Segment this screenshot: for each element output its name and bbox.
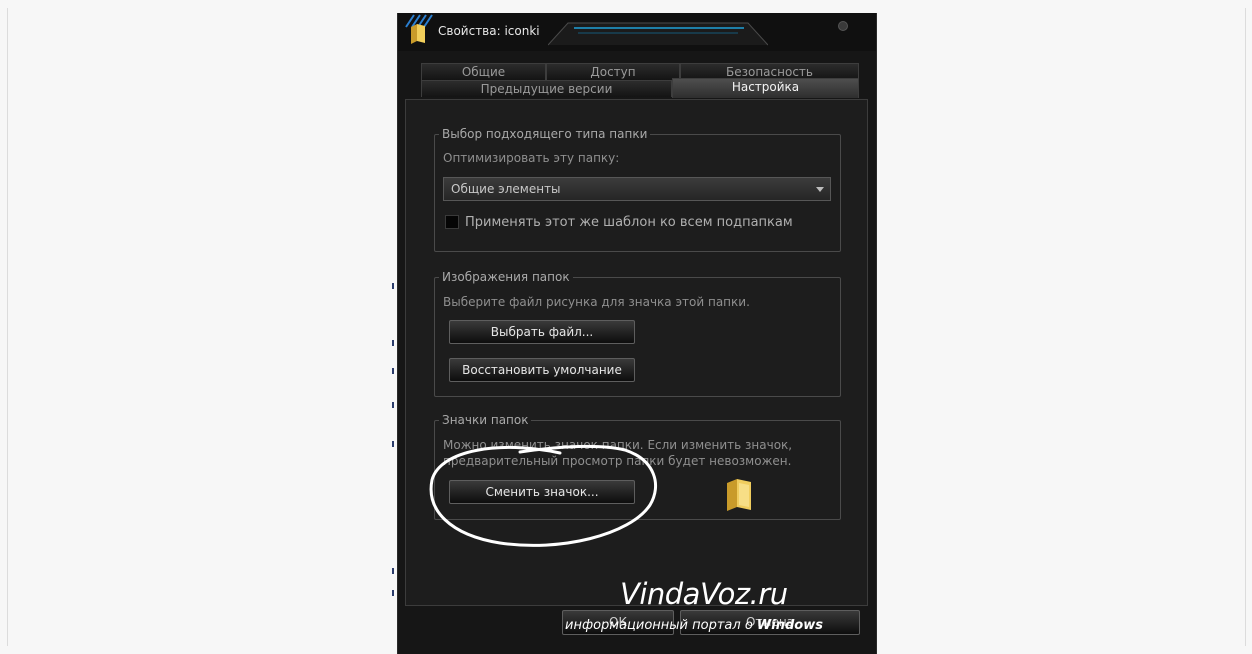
change-icon-button[interactable]: Сменить значок... xyxy=(449,480,635,504)
background-artifact xyxy=(392,283,394,289)
background-artifact xyxy=(392,590,394,596)
choose-file-button[interactable]: Выбрать файл... xyxy=(449,320,635,344)
folder-pictures-description: Выберите файл рисунка для значка этой па… xyxy=(443,295,750,309)
close-icon[interactable] xyxy=(838,21,848,31)
tab-previous-versions[interactable]: Предыдущие версии xyxy=(421,80,672,97)
tab-label: Общие xyxy=(461,65,506,79)
apply-template-checkbox[interactable] xyxy=(445,215,459,229)
background-artifact xyxy=(392,368,394,374)
tab-sharing[interactable]: Доступ xyxy=(546,63,680,80)
restore-default-button[interactable]: Восстановить умолчание xyxy=(449,358,635,382)
right-border-line xyxy=(1245,8,1246,646)
folder-pictures-legend: Изображения папок xyxy=(439,269,573,285)
tab-customize[interactable]: Настройка xyxy=(672,78,859,98)
tab-content-panel: Выбор подходящего типа папки Оптимизиров… xyxy=(405,99,868,606)
background-artifact xyxy=(392,441,394,447)
window-title: Свойства: iconki xyxy=(438,24,540,38)
folder-pictures-group: Изображения папок Выберите файл рисунка … xyxy=(434,269,841,397)
watermark-subtitle-prefix: информационный портал о xyxy=(565,618,757,633)
watermark-subtitle-bold: Windows xyxy=(756,618,823,633)
folder-icons-legend: Значки папок xyxy=(439,412,532,428)
folder-icon xyxy=(411,24,425,44)
folder-icons-group: Значки папок Можно изменить значок папки… xyxy=(434,412,841,520)
folder-type-group: Выбор подходящего типа папки Оптимизиров… xyxy=(434,126,841,252)
chevron-down-icon xyxy=(816,187,824,192)
properties-dialog: Свойства: iconki Общие Доступ Безопаснос… xyxy=(397,13,877,654)
background-artifact xyxy=(392,402,394,408)
optimize-folder-select[interactable]: Общие элементы xyxy=(443,177,831,201)
tab-label: Безопасность xyxy=(726,65,813,79)
folder-icons-description-line2: предварительный просмотр папки будет нев… xyxy=(443,454,792,468)
tab-label: Настройка xyxy=(731,80,800,94)
tab-label: Доступ xyxy=(590,65,636,79)
folder-preview-icon xyxy=(727,479,751,511)
background-artifact xyxy=(392,340,394,346)
left-border-line xyxy=(7,8,8,646)
watermark-title: VindaVoz.ru xyxy=(620,577,788,611)
apply-template-label: Применять этот же шаблон ко всем подпапк… xyxy=(465,215,793,230)
background-artifact xyxy=(392,568,394,574)
folder-icons-description-line1: Можно изменить значок папки. Если измени… xyxy=(443,438,793,452)
tab-general[interactable]: Общие xyxy=(421,63,546,80)
watermark-subtitle: информационный портал о Windows xyxy=(565,618,823,633)
title-bar[interactable]: Свойства: iconki xyxy=(398,13,876,51)
folder-type-legend: Выбор подходящего типа папки xyxy=(439,126,651,142)
tab-label: Предыдущие версии xyxy=(480,82,613,96)
optimize-label: Оптимизировать эту папку: xyxy=(443,151,620,165)
title-bar-decoration xyxy=(548,22,768,46)
optimize-folder-value: Общие элементы xyxy=(451,182,561,196)
